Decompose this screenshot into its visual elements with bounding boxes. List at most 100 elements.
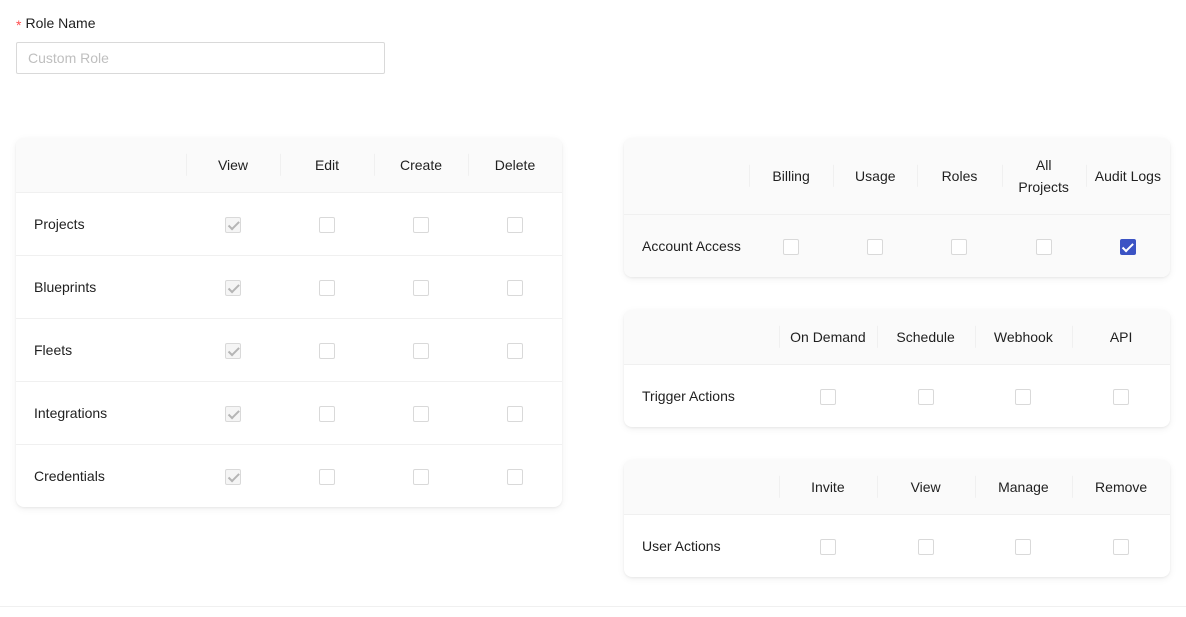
row-label-trigger-actions: Trigger Actions	[624, 364, 779, 427]
checkbox-blueprints-edit[interactable]	[319, 280, 335, 297]
column-header-billing: Billing	[749, 138, 833, 215]
permission-cell	[1001, 214, 1086, 277]
resources-permissions-table: View Edit Create Delete Projects Blueprints F…	[16, 138, 562, 507]
row-label-account-access: Account Access	[624, 214, 749, 277]
permission-cell	[186, 192, 280, 256]
column-header-name	[624, 460, 779, 515]
permission-cell	[280, 318, 374, 382]
table-body: Projects Blueprints Fleets Integrations Cred…	[16, 192, 562, 507]
permission-cell	[468, 192, 562, 256]
table-header: On Demand Schedule Webhook API	[624, 310, 1170, 365]
user-actions-card: Invite View Manage Remove User Actions	[624, 460, 1170, 577]
trigger-actions-table: On Demand Schedule Webhook API Trigger Acti…	[624, 310, 1170, 427]
account-access-card: Billing Usage Roles All Projects Audit Logs …	[624, 138, 1170, 277]
column-header-remove: Remove	[1072, 460, 1170, 515]
role-permissions-page: *Role Name ViewEditCreateDelete Projects…	[0, 0, 1186, 617]
checkbox-account-access-audit-logs[interactable]	[1119, 239, 1136, 256]
column-header-view: View	[877, 460, 975, 515]
table-row: Blueprints	[16, 255, 562, 319]
row-label-user-actions: User Actions	[624, 514, 779, 577]
checkbox-projects-create[interactable]	[413, 217, 429, 234]
checkbox-integrations-create[interactable]	[413, 406, 429, 423]
table-header: Invite View Manage Remove	[624, 460, 1170, 515]
table-row: Trigger Actions	[624, 364, 1170, 427]
permission-cell	[833, 214, 918, 277]
checkbox-blueprints-create[interactable]	[413, 280, 429, 297]
permission-cell	[374, 444, 468, 507]
permission-cell	[779, 364, 877, 427]
table-row: Projects	[16, 192, 562, 256]
column-header-name	[624, 138, 749, 215]
permission-cell	[876, 514, 975, 577]
checkbox-credentials-delete[interactable]	[507, 469, 523, 486]
table-body: User Actions	[624, 514, 1170, 577]
column-header-api: API	[1072, 310, 1170, 365]
column-header-manage: Manage	[975, 460, 1073, 515]
required-asterisk-icon: *	[16, 17, 22, 33]
checkbox-account-access-roles[interactable]	[951, 239, 968, 256]
checkbox-integrations-delete[interactable]	[507, 406, 523, 423]
checkbox-projects-delete[interactable]	[507, 217, 523, 234]
table-header: Billing Usage Roles All Projects Audit Logs	[624, 138, 1170, 215]
checkbox-user-actions-manage[interactable]	[1015, 539, 1032, 556]
row-label-credentials: Credentials	[16, 444, 186, 507]
table-body: Trigger Actions	[624, 364, 1170, 427]
checkbox-integrations-edit[interactable]	[319, 406, 335, 423]
permission-cell	[468, 255, 562, 319]
permission-cell	[974, 364, 1073, 427]
trigger-actions-card: On Demand Schedule Webhook API Trigger Acti…	[624, 310, 1170, 427]
checkbox-fleets-create[interactable]	[413, 343, 429, 360]
checkbox-fleets-edit[interactable]	[319, 343, 335, 360]
checkbox-credentials-create[interactable]	[413, 469, 429, 486]
checkbox-blueprints-view	[225, 280, 241, 297]
checkbox-blueprints-delete[interactable]	[507, 280, 523, 297]
permission-cell	[749, 214, 834, 277]
checkbox-account-access-usage[interactable]	[867, 239, 884, 256]
checkbox-trigger-actions-schedule[interactable]	[917, 389, 934, 406]
permission-cell	[974, 514, 1073, 577]
table-row: Fleets	[16, 318, 562, 382]
permission-cell	[280, 192, 374, 256]
checkbox-account-access-all-projects[interactable]	[1035, 239, 1052, 256]
permission-cell	[1085, 214, 1170, 277]
column-header-on-demand: On Demand	[779, 310, 877, 365]
checkbox-account-access-billing[interactable]	[783, 239, 800, 256]
checkbox-projects-view	[225, 217, 241, 234]
row-label-projects: Projects	[16, 192, 186, 256]
footer-divider	[0, 606, 1186, 607]
role-name-input[interactable]	[16, 42, 385, 74]
checkbox-user-actions-view[interactable]	[917, 539, 934, 556]
row-label-integrations: Integrations	[16, 381, 186, 445]
permission-cell	[186, 255, 280, 319]
checkbox-user-actions-remove[interactable]	[1113, 539, 1130, 556]
column-header-roles: Roles	[917, 138, 1001, 215]
permission-cell	[186, 444, 280, 507]
checkbox-trigger-actions-webhook[interactable]	[1015, 389, 1032, 406]
checkbox-trigger-actions-on-demand[interactable]	[819, 389, 836, 406]
column-header-create: Create	[374, 138, 468, 193]
checkbox-user-actions-invite[interactable]	[819, 539, 836, 556]
column-header-name	[624, 310, 779, 365]
permission-cell	[280, 255, 374, 319]
table-header: View Edit Create Delete	[16, 138, 562, 193]
resources-permissions-card: View Edit Create Delete Projects Blueprints F…	[16, 138, 562, 507]
checkbox-credentials-edit[interactable]	[319, 469, 335, 486]
row-label-blueprints: Blueprints	[16, 255, 186, 319]
permission-cell	[186, 381, 280, 445]
column-header-usage: Usage	[833, 138, 917, 215]
checkbox-projects-edit[interactable]	[319, 217, 335, 234]
column-header-audit-logs: Audit Logs	[1086, 138, 1170, 215]
user-actions-table: Invite View Manage Remove User Actions	[624, 460, 1170, 577]
permission-cell	[374, 318, 468, 382]
column-header-webhook: Webhook	[975, 310, 1073, 365]
table-row: User Actions	[624, 514, 1170, 577]
table-body: Account Access	[624, 214, 1170, 277]
table-row: Integrations	[16, 381, 562, 445]
permission-cell	[468, 381, 562, 445]
permission-cell	[280, 444, 374, 507]
column-header-name	[16, 138, 186, 193]
checkbox-fleets-delete[interactable]	[507, 343, 523, 360]
role-name-label-text: Role Name	[25, 15, 96, 31]
checkbox-trigger-actions-api[interactable]	[1113, 389, 1130, 406]
permission-cell	[374, 255, 468, 319]
